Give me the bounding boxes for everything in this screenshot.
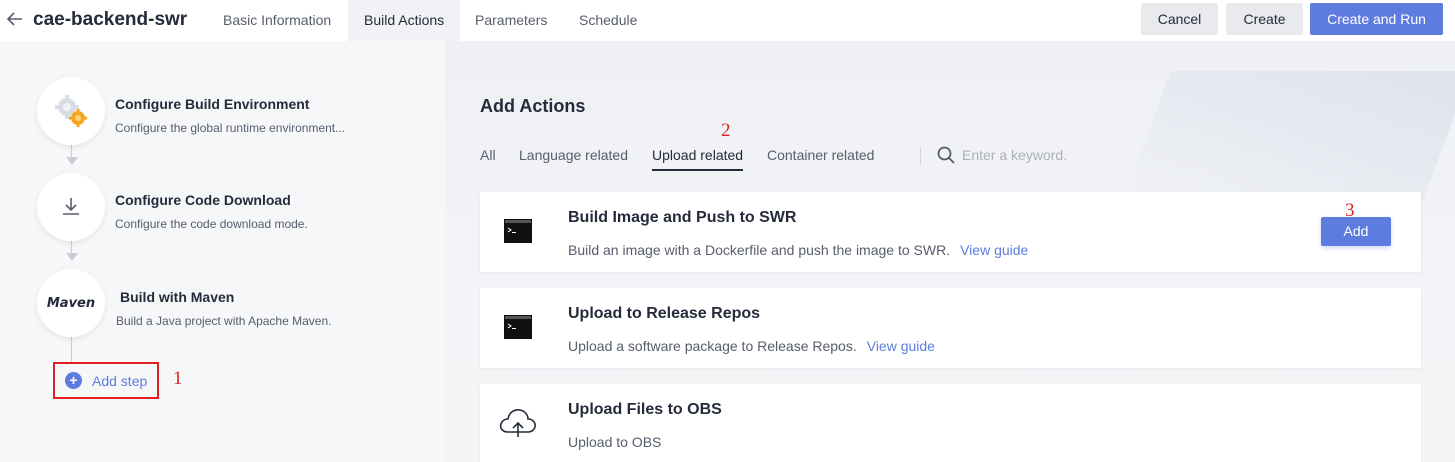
view-guide-link[interactable]: View guide: [960, 242, 1028, 258]
card-description: Upload a software package to Release Rep…: [568, 338, 935, 354]
step-title: Build with Maven: [120, 289, 235, 305]
build-steps-panel: Configure Build Environment Configure th…: [0, 41, 445, 462]
step-configure-build-environment[interactable]: [37, 77, 105, 145]
terminal-icon: [504, 219, 532, 243]
card-description-text: Upload a software package to Release Rep…: [568, 338, 857, 354]
annotation-marker-3: 3: [1345, 200, 1355, 221]
step-connector-arrow: [66, 253, 78, 261]
tab-parameters[interactable]: Parameters: [475, 0, 547, 41]
card-description-text: Build an image with a Dockerfile and pus…: [568, 242, 951, 258]
filter-language-related[interactable]: Language related: [519, 147, 628, 163]
step-configure-code-download[interactable]: [37, 173, 105, 241]
step-title: Configure Build Environment: [115, 96, 310, 112]
maven-logo: Maven: [46, 295, 96, 311]
tab-schedule[interactable]: Schedule: [579, 0, 637, 41]
card-title: Upload to Release Repos: [568, 305, 761, 322]
plus-icon: +: [65, 372, 82, 389]
page-title: cae-backend-swr: [33, 9, 188, 30]
annotation-marker-1: 1: [173, 368, 183, 389]
tab-build-actions[interactable]: Build Actions: [348, 0, 461, 41]
step-connector-arrow: [66, 157, 78, 165]
cloud-upload-icon: [499, 409, 536, 437]
search-icon: [937, 146, 955, 164]
action-card-build-image-push-swr: Build Image and Push to SWR Build an ima…: [480, 192, 1421, 272]
action-card-upload-files-obs: Upload Files to OBS Upload to OBS: [480, 384, 1421, 462]
terminal-icon: [504, 315, 532, 339]
create-and-run-button[interactable]: Create and Run: [1310, 3, 1443, 35]
gears-icon: [55, 95, 87, 127]
add-step-button[interactable]: + Add step: [53, 362, 159, 399]
card-title: Upload Files to OBS: [568, 401, 722, 418]
step-build-with-maven[interactable]: Maven: [37, 269, 105, 337]
cancel-button[interactable]: Cancel: [1141, 3, 1218, 35]
filter-upload-related[interactable]: Upload related: [652, 147, 743, 163]
filter-divider: [920, 147, 921, 165]
download-icon: [63, 198, 79, 215]
step-connector: [71, 336, 72, 362]
card-description: Upload to OBS: [568, 434, 662, 450]
add-actions-title: Add Actions: [480, 96, 586, 116]
step-description: Configure the global runtime environment…: [115, 121, 346, 135]
add-step-label: Add step: [92, 372, 148, 389]
step-description: Build a Java project with Apache Maven.: [116, 314, 332, 328]
top-bar: cae-backend-swr Basic Information Build …: [0, 0, 1455, 41]
step-description: Configure the code download mode.: [115, 217, 308, 231]
step-title: Configure Code Download: [115, 192, 291, 208]
annotation-marker-2: 2: [721, 120, 731, 141]
add-action-button[interactable]: Add: [1321, 217, 1391, 246]
search-input[interactable]: [962, 143, 1162, 167]
tab-basic-information[interactable]: Basic Information: [223, 0, 331, 41]
action-card-upload-release-repos: Upload to Release Repos Upload a softwar…: [480, 288, 1421, 368]
add-actions-panel: Add Actions 2 All Language related Uploa…: [445, 41, 1455, 462]
background-decoration: [1119, 71, 1455, 211]
card-title: Build Image and Push to SWR: [568, 209, 797, 226]
step-connector: [71, 239, 72, 253]
step-connector: [71, 143, 72, 157]
filter-all[interactable]: All: [480, 147, 496, 163]
view-guide-link[interactable]: View guide: [867, 338, 935, 354]
card-description: Build an image with a Dockerfile and pus…: [568, 242, 1028, 258]
filter-container-related[interactable]: Container related: [767, 147, 874, 163]
create-button[interactable]: Create: [1226, 3, 1303, 35]
active-filter-underline: [652, 169, 743, 171]
back-arrow-icon[interactable]: [5, 9, 25, 29]
